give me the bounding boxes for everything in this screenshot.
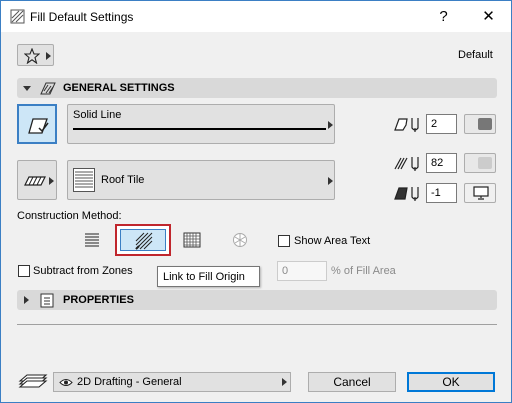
fill-pen-color-swatch [478,157,492,169]
general-settings-title: GENERAL SETTINGS [63,82,175,94]
tooltip: Link to Fill Origin [157,266,260,287]
general-settings-icon [40,82,56,95]
collapse-arrow-icon [23,86,31,91]
contour-pen-value: 2 [431,118,438,130]
fill-contour-icon [28,118,49,134]
cancel-button[interactable]: Cancel [308,372,396,392]
close-button[interactable]: ✕ [466,1,511,32]
show-area-text-checkbox[interactable] [278,235,290,247]
general-settings-header[interactable]: GENERAL SETTINGS [17,78,497,98]
fill-origin-hatch-icon [135,232,153,250]
roof-tile-pattern-icon [73,168,95,192]
monitor-icon [473,186,489,200]
background-pen-color-button[interactable] [464,183,496,203]
line-type-dropdown[interactable]: Solid Line [67,104,335,144]
layer-value: 2D Drafting - General [77,376,182,388]
fill-app-icon [10,9,25,24]
background-pen-value: -1 [431,187,441,199]
fill-type-value: Roof Tile [101,174,145,186]
link-to-fill-origin-button[interactable] [115,224,171,256]
tooltip-text: Link to Fill Origin [163,271,245,283]
pen-color-swatch [478,118,492,130]
background-pen-icon [394,187,419,201]
custom-origin-button[interactable] [181,229,203,251]
fill-area-percent-field[interactable]: 0 [277,261,327,281]
radial-fill-button[interactable] [229,229,251,251]
ok-button[interactable]: OK [407,372,495,392]
contour-pen-field[interactable]: 2 [426,114,457,134]
construction-method-label: Construction Method: [17,210,122,222]
line-type-toggle-button[interactable] [17,104,57,144]
parallel-lines-icon [85,233,99,247]
background-pen-field[interactable]: -1 [426,183,457,203]
layer-icon [18,374,48,388]
subtract-from-zones-label: Subtract from Zones [33,265,133,277]
fill-area-percent-label: % of Fill Area [331,265,396,277]
contour-pen-icon [394,118,419,132]
eye-icon [59,379,73,386]
fill-type-small-arrow-icon [49,177,54,185]
fill-pen-color-button[interactable] [464,153,496,173]
default-label: Default [458,49,493,61]
checkered-pattern-icon [183,232,201,248]
fill-pen-icon [394,157,419,171]
favorites-button[interactable] [17,44,54,66]
close-label: ✕ [482,8,495,25]
layer-arrow-icon [282,378,287,386]
window-title: Fill Default Settings [30,10,134,24]
layer-dropdown[interactable]: 2D Drafting - General [53,372,291,392]
fill-default-settings-dialog: Fill Default Settings ? ✕ Default GENERA… [0,0,512,403]
fill-type-dropdown[interactable]: Roof Tile [67,160,335,200]
line-type-arrow-icon [328,121,333,129]
star-icon [24,48,40,64]
radial-pattern-icon [233,233,247,247]
cancel-label: Cancel [333,375,371,389]
title-bar: Fill Default Settings ? ✕ [1,1,511,32]
help-label: ? [439,8,448,25]
properties-header[interactable]: PROPERTIES [17,290,497,310]
footer-separator [17,324,497,325]
fill-pen-field[interactable]: 82 [426,153,457,173]
fill-type-arrow-icon [328,177,333,185]
properties-title: PROPERTIES [63,294,134,306]
expand-arrow-icon [24,296,29,304]
subtract-from-zones-checkbox[interactable] [18,265,30,277]
solid-line-preview [73,128,326,130]
contour-pen-color-button[interactable] [464,114,496,134]
fill-pen-value: 82 [431,157,444,169]
fill-type-toggle-button[interactable] [17,160,57,200]
properties-icon [40,293,54,308]
show-area-text-label: Show Area Text [294,235,371,247]
distorted-fill-button[interactable] [81,229,103,251]
selected-method-highlight [120,229,166,251]
ok-label: OK [442,375,460,389]
line-type-value: Solid Line [73,109,122,121]
fill-area-percent-value: 0 [282,265,289,277]
favorites-arrow-icon [46,52,51,60]
help-button[interactable]: ? [421,1,466,32]
fill-pattern-icon [24,176,46,186]
